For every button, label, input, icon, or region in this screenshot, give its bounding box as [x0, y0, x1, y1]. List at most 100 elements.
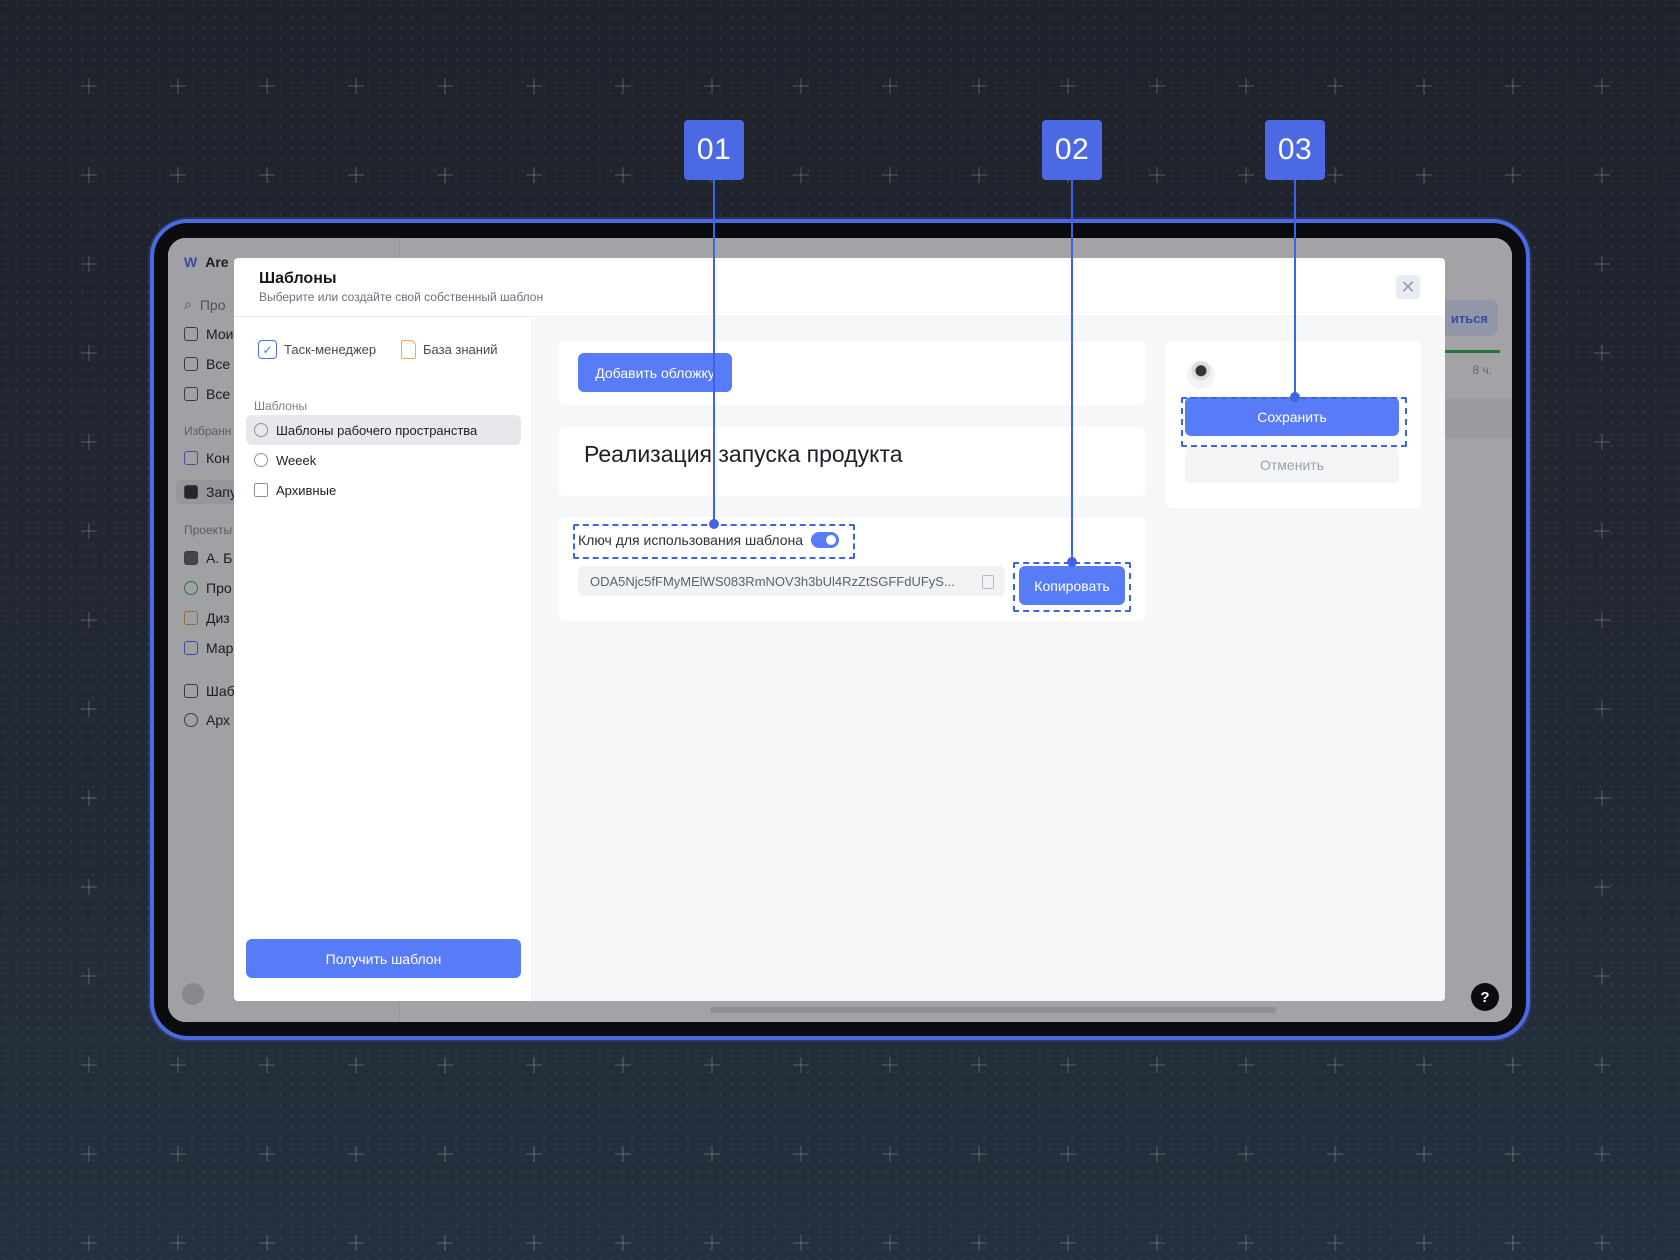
plus-mark [1594, 612, 1610, 628]
plus-mark [615, 167, 631, 183]
plus-mark [437, 1146, 453, 1162]
plus-mark [81, 78, 97, 94]
title-card: Реализация запуска продукта [558, 427, 1146, 496]
plus-mark [615, 1057, 631, 1073]
plus-mark [81, 345, 97, 361]
plus-mark [1416, 1057, 1432, 1073]
plus-mark [526, 1057, 542, 1073]
plus-mark [81, 879, 97, 895]
plus-mark [1149, 78, 1165, 94]
plus-mark [348, 167, 364, 183]
callout-02: 02 [1042, 120, 1102, 180]
close-button[interactable]: ✕ [1396, 275, 1420, 299]
templates-section-label: Шаблоны [254, 399, 308, 413]
help-icon: ? [1480, 988, 1490, 1006]
category-label: База знаний [423, 342, 498, 357]
plus-mark [704, 1146, 720, 1162]
plus-mark [1416, 1235, 1432, 1251]
plus-mark [170, 1057, 186, 1073]
copy-icon[interactable] [982, 575, 994, 589]
plus-mark [259, 78, 275, 94]
get-template-button[interactable]: Получить шаблон [246, 939, 521, 978]
plus-mark [882, 1146, 898, 1162]
plus-mark [1505, 1057, 1521, 1073]
plus-mark [793, 167, 809, 183]
plus-mark [1594, 345, 1610, 361]
plus-mark [1416, 78, 1432, 94]
plus-mark [1149, 167, 1165, 183]
plus-mark [81, 1146, 97, 1162]
plus-mark [1416, 1146, 1432, 1162]
cancel-button[interactable]: Отменить [1185, 447, 1399, 483]
plus-mark [971, 1235, 987, 1251]
add-cover-button[interactable]: Добавить обложку [578, 353, 732, 392]
template-item-archived[interactable]: Архивные [246, 475, 521, 505]
plus-mark [704, 1235, 720, 1251]
plus-mark [526, 167, 542, 183]
plus-mark [1149, 1057, 1165, 1073]
document-icon [401, 340, 416, 359]
plus-mark [81, 434, 97, 450]
close-icon: ✕ [1400, 276, 1416, 297]
callout-line-3 [1294, 180, 1296, 397]
plus-mark [1594, 968, 1610, 984]
plus-mark [1238, 167, 1254, 183]
plus-mark [1327, 167, 1343, 183]
template-item-weeek[interactable]: Weeek [246, 445, 521, 475]
plus-mark [81, 523, 97, 539]
templates-sidebar: ✓ Таск-менеджер База знаний Шаблоны Шабл… [234, 318, 533, 1001]
plus-mark [1594, 523, 1610, 539]
plus-mark [437, 1235, 453, 1251]
plus-mark [1594, 701, 1610, 717]
plus-mark [882, 1235, 898, 1251]
plus-mark [1594, 879, 1610, 895]
highlight-copy-button [1013, 562, 1131, 612]
plus-mark [81, 701, 97, 717]
callout-line-1 [713, 180, 715, 524]
plus-mark [1594, 167, 1610, 183]
plus-mark [81, 1057, 97, 1073]
category-knowledge-base[interactable]: База знаний [401, 340, 498, 359]
plus-mark [1060, 78, 1076, 94]
category-task-manager[interactable]: ✓ Таск-менеджер [258, 340, 376, 359]
callout-dot-1 [709, 519, 719, 529]
plus-mark [170, 167, 186, 183]
plus-mark [882, 78, 898, 94]
plus-mark [437, 78, 453, 94]
template-key-field[interactable]: ODA5Njc5fFMyMElWS083RmNOV3h3bUl4RzZtSGFF… [578, 566, 1005, 596]
plus-mark [615, 1235, 631, 1251]
modal-title: Шаблоны [259, 270, 337, 287]
plus-mark [793, 1146, 809, 1162]
plus-mark [1327, 1235, 1343, 1251]
plus-mark [259, 1146, 275, 1162]
plus-mark [793, 1235, 809, 1251]
plus-mark [526, 78, 542, 94]
callout-03: 03 [1265, 120, 1325, 180]
plus-mark [971, 167, 987, 183]
archive-icon [254, 483, 268, 497]
plus-mark [1238, 1235, 1254, 1251]
plus-mark [348, 1057, 364, 1073]
plus-mark [1238, 1057, 1254, 1073]
plus-mark [1327, 78, 1343, 94]
project-title[interactable]: Реализация запуска продукта [584, 441, 903, 468]
plus-mark [81, 167, 97, 183]
plus-mark [704, 1057, 720, 1073]
plus-mark [1327, 1146, 1343, 1162]
plus-mark [1060, 1057, 1076, 1073]
plus-mark [348, 1235, 364, 1251]
plus-mark [526, 1146, 542, 1162]
template-item-workspace[interactable]: Шаблоны рабочего пространства [246, 415, 521, 445]
plus-mark [170, 1146, 186, 1162]
plus-mark [1149, 1235, 1165, 1251]
plus-mark [348, 78, 364, 94]
plus-mark [348, 1146, 364, 1162]
checkbox-icon: ✓ [258, 340, 277, 359]
plus-mark [615, 78, 631, 94]
plus-mark [704, 78, 720, 94]
help-button[interactable]: ? [1471, 983, 1499, 1011]
plus-mark [170, 78, 186, 94]
plus-mark [1505, 78, 1521, 94]
plus-mark [1238, 1146, 1254, 1162]
horizontal-scrollbar[interactable] [710, 1007, 1276, 1013]
